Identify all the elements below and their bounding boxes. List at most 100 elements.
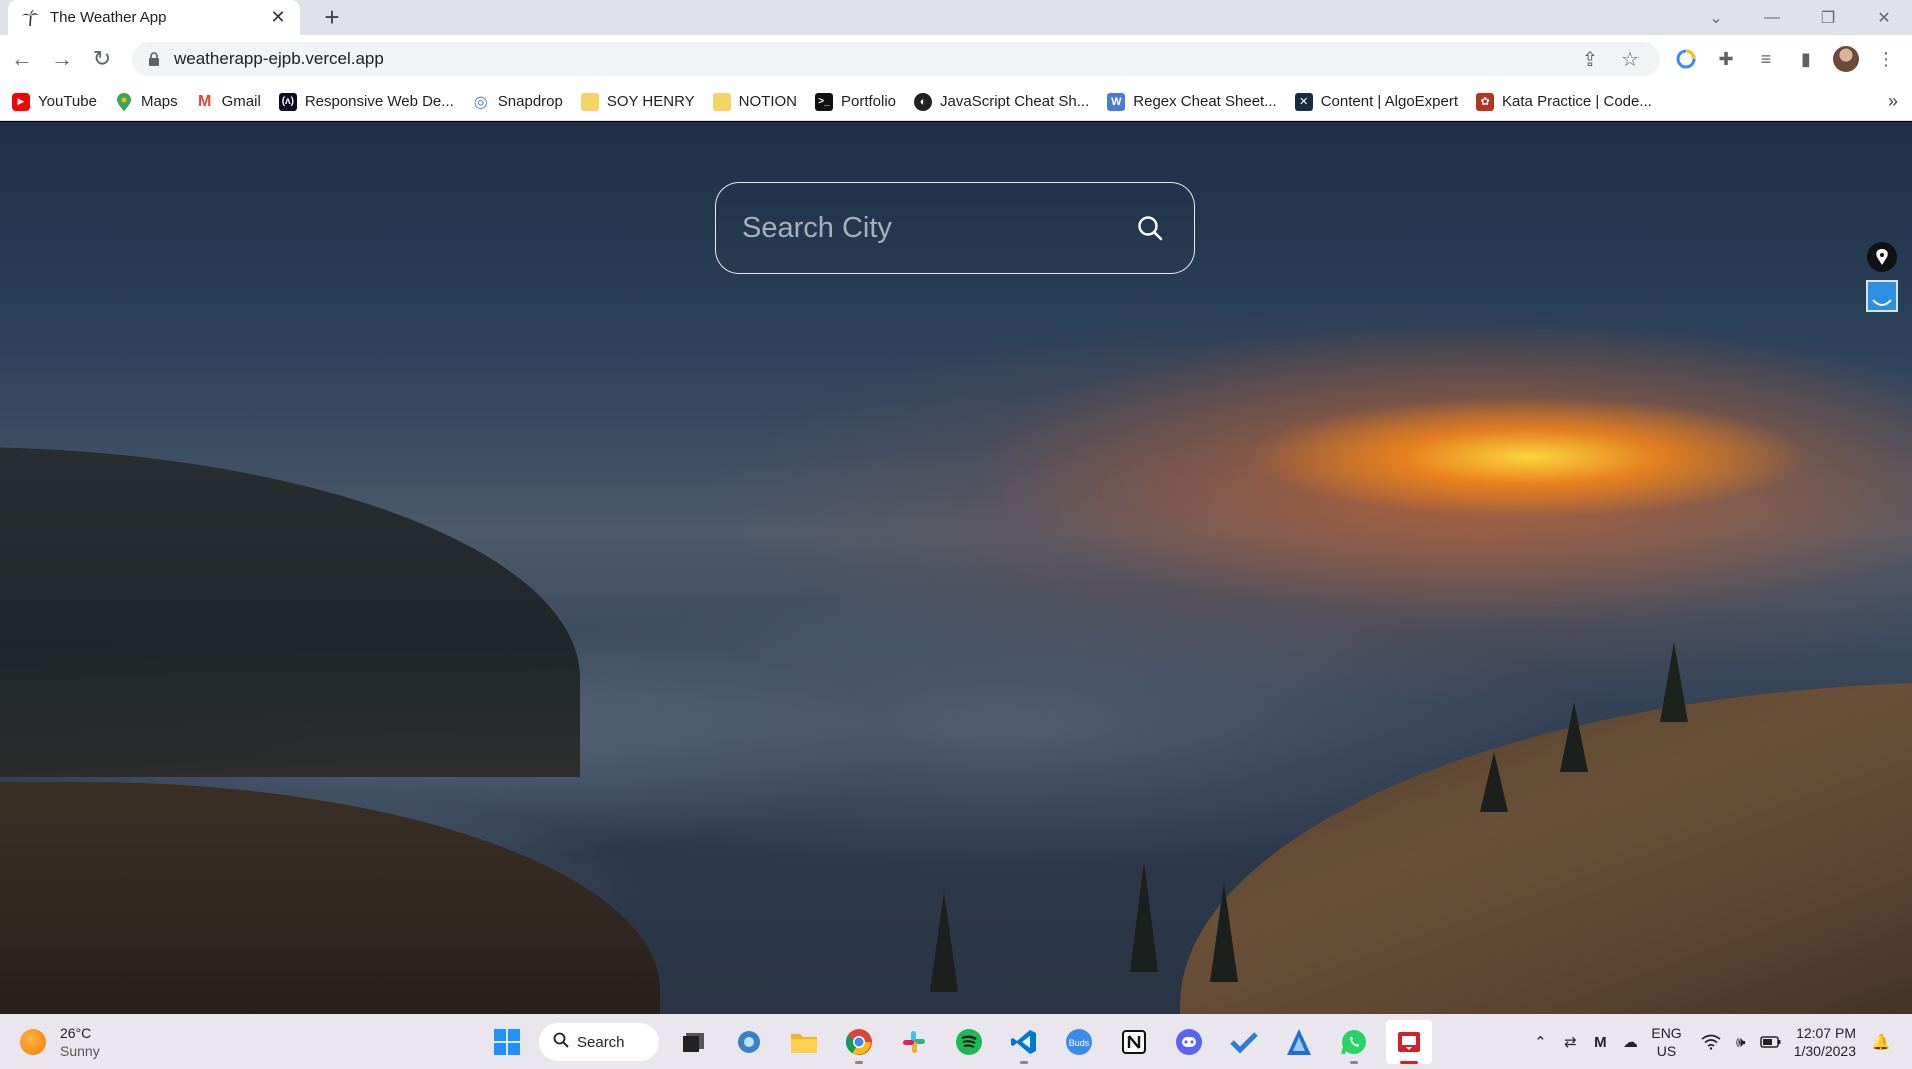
notion-icon[interactable]	[1111, 1020, 1157, 1064]
file-explorer-icon[interactable]	[781, 1020, 827, 1064]
spotify-icon[interactable]	[946, 1020, 992, 1064]
weather-condition: Sunny	[60, 1043, 100, 1059]
vscode-icon[interactable]	[1001, 1020, 1047, 1064]
bookmark-regex-cheat[interactable]: W Regex Cheat Sheet...	[1107, 88, 1286, 116]
freecodecamp-icon: (ʌ)	[278, 92, 297, 111]
bookmark-maps[interactable]: Maps	[115, 88, 188, 116]
taskbar-search[interactable]: Search	[539, 1023, 659, 1061]
language-line2: US	[1656, 1043, 1677, 1059]
folder-icon	[580, 92, 599, 111]
battery-icon[interactable]	[1756, 1027, 1786, 1057]
taskbar-search-label: Search	[577, 1033, 625, 1051]
language-line1: ENG	[1651, 1025, 1682, 1041]
buds-icon[interactable]: Buds	[1056, 1020, 1102, 1064]
bookmark-algoexpert[interactable]: ✕ Content | AlgoExpert	[1294, 88, 1468, 116]
new-tab-button[interactable]: +	[318, 2, 346, 32]
bookmark-label: Gmail	[221, 93, 261, 110]
search-city-input[interactable]	[742, 211, 1132, 245]
folder-icon	[712, 92, 731, 111]
svg-text:Buds: Buds	[1069, 1038, 1090, 1048]
extensions-area: ✚ ≡ ▮ ⋮	[1666, 35, 1912, 83]
puzzle-icon[interactable]: ✚	[1706, 39, 1746, 79]
whatsapp-icon[interactable]	[1331, 1020, 1377, 1064]
background-hill-left	[0, 447, 580, 777]
app-a-icon[interactable]	[1276, 1020, 1322, 1064]
bookmark-youtube[interactable]: ▶ YouTube	[12, 88, 107, 116]
language-indicator[interactable]: ENG US	[1651, 1024, 1681, 1060]
search-icon[interactable]	[1132, 210, 1168, 246]
slack-icon[interactable]	[891, 1020, 937, 1064]
clock-time: 12:07 PM	[1796, 1025, 1856, 1041]
system-tray: ⌃ ⇄ M ☁ ENG US 🕪 12:07 PM 1/30/2023 🔔	[1525, 1020, 1896, 1064]
side-panel-icon[interactable]: ▮	[1786, 39, 1826, 79]
bookmark-snapdrop[interactable]: ◎ Snapdrop	[472, 88, 573, 116]
search-icon	[553, 1032, 569, 1052]
back-arrow-icon[interactable]: ←	[2, 39, 42, 79]
tab-title: The Weather App	[50, 9, 167, 26]
bookmark-label: NOTION	[738, 93, 797, 110]
bookmark-label: Portfolio	[841, 93, 897, 110]
gmail-icon: M	[197, 92, 212, 110]
floating-extension-widgets	[1866, 242, 1898, 312]
close-tab-icon[interactable]: ✕	[268, 7, 288, 28]
tray-app-icon[interactable]: M	[1585, 1027, 1615, 1057]
wifi-icon[interactable]	[1696, 1027, 1726, 1057]
smile-widget-icon[interactable]	[1866, 280, 1898, 312]
bookmark-responsive-web[interactable]: (ʌ) Responsive Web De...	[278, 88, 464, 116]
tray-app-icon[interactable]: ⇄	[1555, 1027, 1585, 1057]
windows-start-icon[interactable]	[484, 1020, 530, 1064]
bookmarks-overflow-icon[interactable]: »	[1888, 91, 1898, 112]
bookmark-label: YouTube	[38, 93, 97, 110]
task-view-icon[interactable]	[671, 1020, 717, 1064]
taskbar-apps: Search Buds	[484, 1020, 1441, 1064]
tab-the-weather-app[interactable]: The Weather App ✕	[8, 0, 300, 35]
bookmark-javascript-cheat[interactable]: ◐ JavaScript Cheat Sh...	[914, 88, 1099, 116]
todo-icon[interactable]	[1221, 1020, 1267, 1064]
w-icon: W	[1107, 92, 1126, 111]
chevron-up-icon[interactable]: ⌃	[1525, 1027, 1555, 1057]
close-window-button[interactable]: ✕	[1856, 4, 1912, 32]
globe-icon: ◐	[914, 92, 933, 111]
weather-temp: 26°C	[60, 1025, 92, 1041]
background-tree	[1560, 702, 1588, 772]
address-bar[interactable]: weatherapp-ejpb.vercel.app ⇪ ☆	[132, 42, 1660, 76]
codewars-icon: ✿	[1476, 92, 1495, 111]
lock-icon[interactable]	[146, 51, 162, 67]
window-controls: ⌄ — ❐ ✕	[1688, 0, 1912, 35]
minimize-button[interactable]: —	[1744, 4, 1800, 32]
volume-icon[interactable]: 🕪	[1726, 1027, 1756, 1057]
share-icon[interactable]: ⇪	[1574, 43, 1606, 75]
media-queue-icon[interactable]: ≡	[1746, 39, 1786, 79]
bookmark-kata-practice[interactable]: ✿ Kata Practice | Code...	[1476, 88, 1662, 116]
bookmark-label: Content | AlgoExpert	[1320, 93, 1459, 110]
chrome-icon[interactable]	[836, 1020, 882, 1064]
extension-color-icon[interactable]	[1666, 39, 1706, 79]
bookmark-soy-henry[interactable]: SOY HENRY	[580, 88, 705, 116]
bookmark-star-icon[interactable]: ☆	[1614, 43, 1646, 75]
forward-arrow-icon[interactable]: →	[42, 39, 82, 79]
tab-search-chevron-icon[interactable]: ⌄	[1688, 4, 1744, 32]
pen-nib-icon[interactable]	[1867, 242, 1897, 272]
bookmark-portfolio[interactable]: >_ Portfolio	[815, 88, 906, 116]
kebab-menu-icon[interactable]: ⋮	[1866, 39, 1906, 79]
weather-widget[interactable]: 26°C Sunny	[20, 1024, 100, 1060]
onedrive-icon[interactable]: ☁	[1615, 1027, 1645, 1057]
algoexpert-icon: ✕	[1294, 92, 1313, 111]
background-tree	[1660, 642, 1688, 722]
terminal-icon: >_	[815, 92, 833, 111]
bookmark-label: Regex Cheat Sheet...	[1133, 93, 1277, 110]
discord-icon[interactable]	[1166, 1020, 1212, 1064]
system-clock[interactable]: 12:07 PM 1/30/2023	[1794, 1024, 1856, 1060]
browser-titlebar: The Weather App ✕ + ⌄ — ❐ ✕	[0, 0, 1912, 35]
url-text[interactable]: weatherapp-ejpb.vercel.app	[174, 49, 1566, 69]
copilot-icon[interactable]	[726, 1020, 772, 1064]
bookmark-gmail[interactable]: M Gmail	[196, 88, 271, 116]
reload-icon[interactable]: ↻	[82, 39, 122, 79]
background-tree	[930, 892, 958, 992]
profile-avatar[interactable]	[1826, 39, 1866, 79]
restore-button[interactable]: ❐	[1800, 4, 1856, 32]
active-app-icon[interactable]	[1386, 1020, 1432, 1064]
bookmark-notion[interactable]: NOTION	[712, 88, 807, 116]
bookmark-label: SOY HENRY	[606, 93, 695, 110]
notification-bell-icon[interactable]: 🔔	[1866, 1027, 1896, 1057]
